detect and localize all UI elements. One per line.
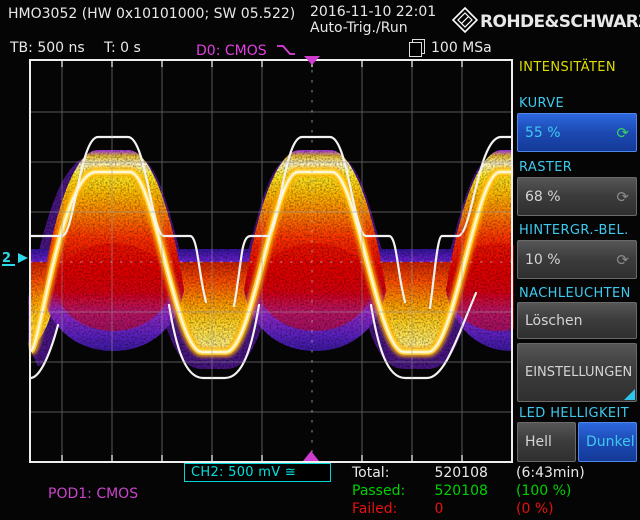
raster-intensity-button[interactable]: 68 % ⟳ [517,177,637,216]
label-nachleuchten: NACHLEUCHTEN [519,286,631,301]
trigger-position-marker-bottom[interactable] [303,451,319,461]
menu-title: INTENSITÄTEN [519,60,616,75]
brand-name: ROHDE&SCHWARZ [480,12,640,32]
channel2-marker-label: 2 [2,251,11,266]
oscilloscope-screen: HMO3052 (HW 0x10101000; SW 05.522) 2016-… [0,0,640,520]
channel2-arrow-icon [16,251,30,265]
kurve-intensity-value: 55 % [525,125,616,141]
total-value: 520108 [434,465,487,481]
persistence-clear-button[interactable]: Löschen [517,302,637,339]
backlight-intensity-button[interactable]: 10 % ⟳ [517,240,637,279]
submenu-corner-icon [624,389,635,400]
total-label: Total: [352,465,430,482]
label-hintergrund-beleuchtung: HINTERGR.-BEL. [519,223,629,238]
persistence-clear-label: Löschen [525,313,629,329]
failed-label: Failed: [352,501,430,518]
led-hell-button[interactable]: Hell [517,422,576,462]
trigger-status: Auto-Trig./Run [310,20,408,37]
passed-label: Passed: [352,483,430,500]
channel2-readout-label: CH2: 500 mV ≅ [191,465,296,480]
datetime-label: 2016-11-10 22:01 [310,4,436,21]
led-hell-label: Hell [525,434,568,450]
label-raster: RASTER [519,160,572,175]
memory-icon [412,39,425,54]
masktest-total-row: Total: 520108 [352,465,488,482]
label-kurve: KURVE [519,96,564,111]
pod1-readout[interactable]: POD1: CMOS [48,486,138,503]
graticule-display [28,55,514,465]
led-dunkel-label: Dunkel [586,434,635,450]
settings-button-label: EINSTELLUNGEN [525,365,632,380]
raster-intensity-value: 68 % [525,189,616,205]
masktest-failed-row: Failed: 0 [352,501,443,518]
rotary-knob-icon: ⟳ [616,251,629,269]
waveform-persistence [31,150,514,352]
masktest-passed-percent: (100 %) [516,483,571,500]
masktest-duration: (6:43min) [516,465,585,482]
masktest-failed-percent: (0 %) [516,501,554,518]
masktest-passed-row: Passed: 520108 [352,483,488,500]
rotary-knob-icon: ⟳ [616,124,629,142]
channel2-readout[interactable]: CH2: 500 mV ≅ [184,463,331,482]
failed-value: 0 [434,501,443,517]
settings-button[interactable]: EINSTELLUNGEN [517,343,637,402]
rs-diamond-icon [452,7,478,33]
sample-rate-label: 100 MSa [431,40,492,56]
led-dunkel-button[interactable]: Dunkel [578,422,637,462]
channel2-level-marker[interactable]: 2 [2,251,30,266]
passed-value: 520108 [434,483,487,499]
rotary-knob-icon: ⟳ [616,188,629,206]
kurve-intensity-button[interactable]: 55 % ⟳ [517,113,637,152]
device-title: HMO3052 (HW 0x10101000; SW 05.522) [8,6,295,23]
brand-logo [452,7,478,37]
backlight-intensity-value: 10 % [525,252,616,268]
label-led-helligkeit: LED HELLIGKEIT [519,406,629,421]
